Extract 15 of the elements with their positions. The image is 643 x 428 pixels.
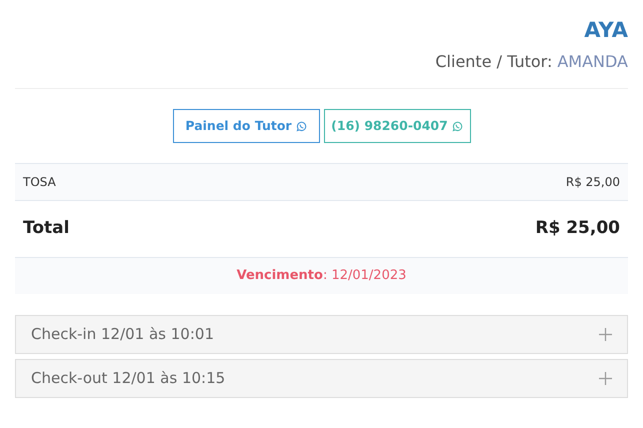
item-name: TOSA xyxy=(23,174,56,191)
total-value: R$ 25,00 xyxy=(535,217,620,240)
whatsapp-icon xyxy=(452,120,463,132)
total-label: Total xyxy=(23,217,70,240)
plus-icon xyxy=(599,328,612,341)
pet-name: AYA xyxy=(584,17,628,44)
plus-icon xyxy=(599,372,612,385)
item-price: R$ 25,00 xyxy=(566,174,620,191)
accordion-header[interactable]: Check-in 12/01 às 10:01 xyxy=(15,315,628,354)
client-name: AMANDA xyxy=(557,51,628,73)
accordion-header[interactable]: Check-out 12/01 às 10:15 xyxy=(15,359,628,398)
client-label: Cliente / Tutor: xyxy=(435,51,552,73)
due-date: Vencimento: 12/01/2023 xyxy=(236,267,406,286)
whatsapp-icon xyxy=(296,120,307,132)
tutor-panel-button[interactable]: Painel do Tutor xyxy=(172,109,320,143)
